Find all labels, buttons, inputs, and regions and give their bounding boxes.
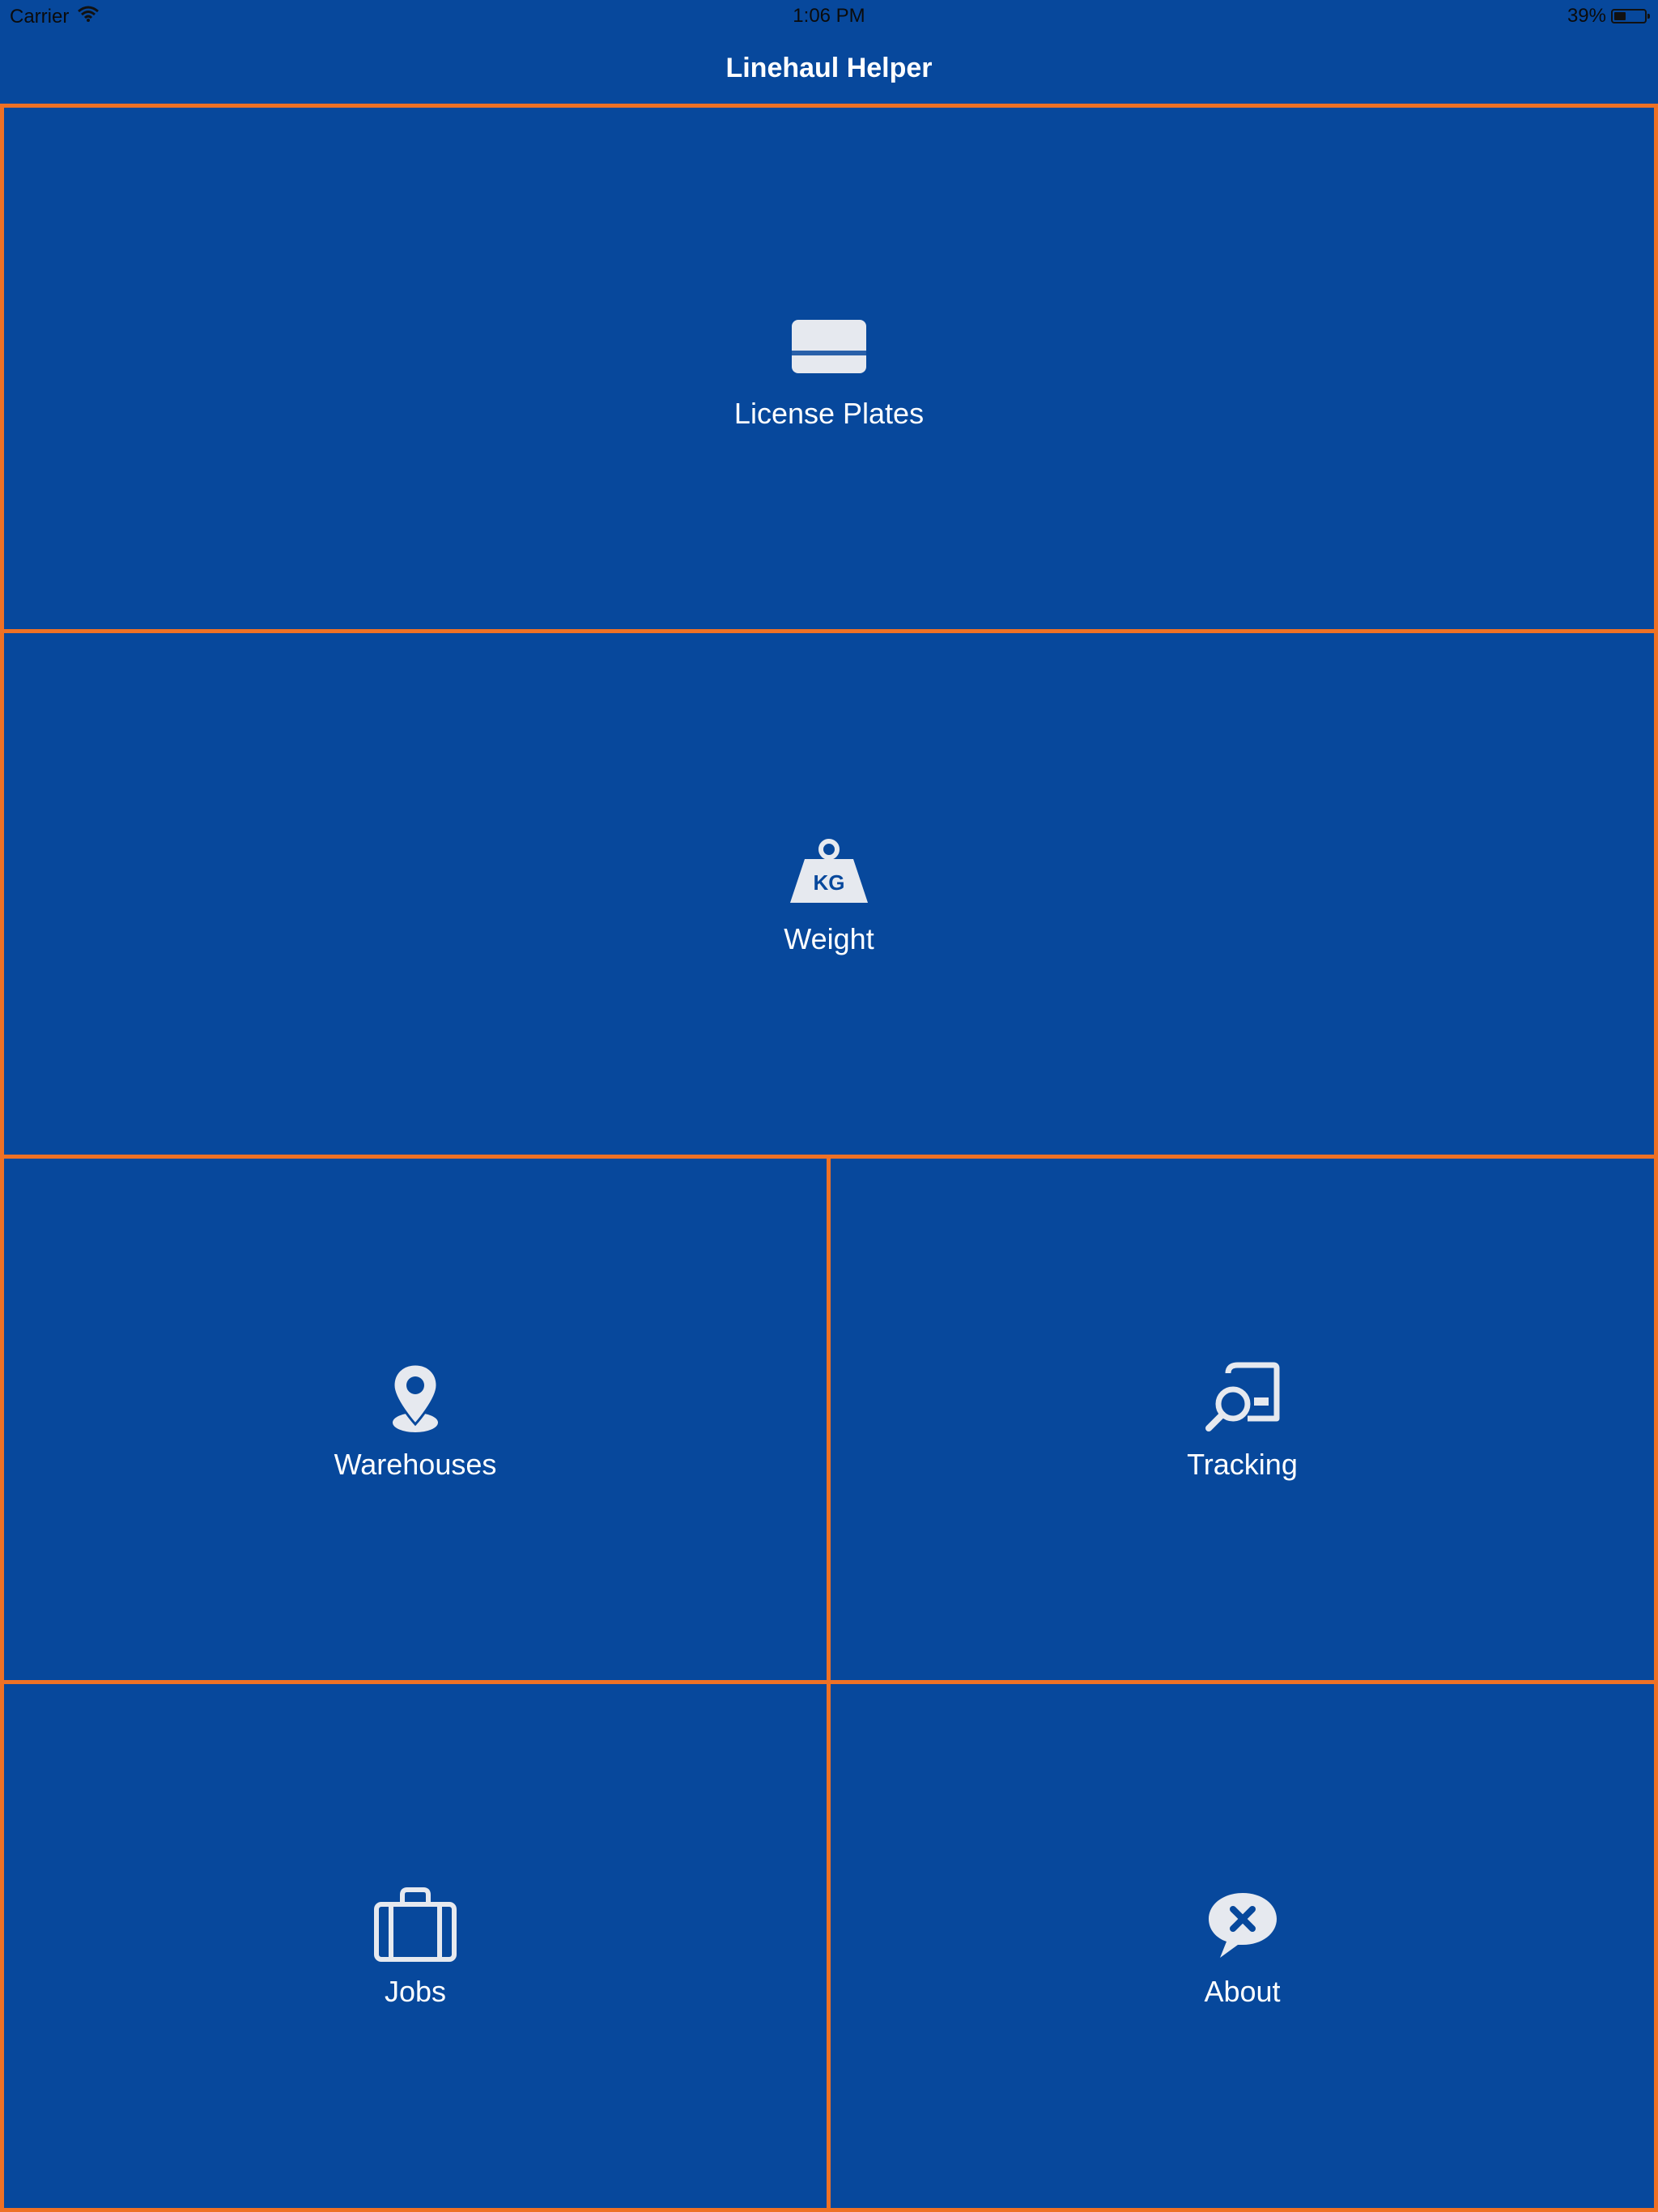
- map-pin-icon: [371, 1357, 460, 1438]
- status-time: 1:06 PM: [793, 5, 865, 27]
- warehouses-tile[interactable]: Warehouses: [0, 1155, 831, 1684]
- menu-grid: License Plates KG Weight Warehouses Trac…: [0, 104, 1658, 2212]
- jobs-tile[interactable]: Jobs: [0, 1680, 831, 2212]
- battery-percent: 39%: [1567, 5, 1606, 27]
- status-right: 39%: [1567, 5, 1650, 28]
- about-tile[interactable]: About: [827, 1680, 1658, 2212]
- battery-cap: [1647, 14, 1650, 19]
- weight-label: Weight: [784, 922, 874, 955]
- about-label: About: [1204, 1974, 1281, 2008]
- license-plates-label: License Plates: [733, 397, 925, 430]
- status-bar: Carrier 1:06 PM 39%: [0, 0, 1658, 32]
- tracking-label: Tracking: [1187, 1448, 1298, 1481]
- navigation-bar: Linehaul Helper: [0, 32, 1658, 104]
- weight-icon-text: KG: [814, 870, 845, 895]
- license-plates-tile[interactable]: License Plates: [0, 104, 1658, 633]
- page-title: Linehaul Helper: [725, 52, 933, 83]
- jobs-label: Jobs: [384, 1974, 447, 2008]
- speech-bubble-x-icon: [1198, 1884, 1287, 1965]
- battery-icon: [1611, 9, 1650, 23]
- weight-tile[interactable]: KG Weight: [0, 629, 1658, 1159]
- warehouses-label: Warehouses: [334, 1448, 497, 1481]
- battery-fill: [1614, 12, 1626, 20]
- briefcase-icon: [371, 1884, 460, 1965]
- weight-kg-icon: KG: [784, 832, 874, 912]
- tracking-search-icon: [1198, 1357, 1287, 1438]
- tracking-tile[interactable]: Tracking: [827, 1155, 1658, 1684]
- license-plate-icon: [784, 306, 874, 387]
